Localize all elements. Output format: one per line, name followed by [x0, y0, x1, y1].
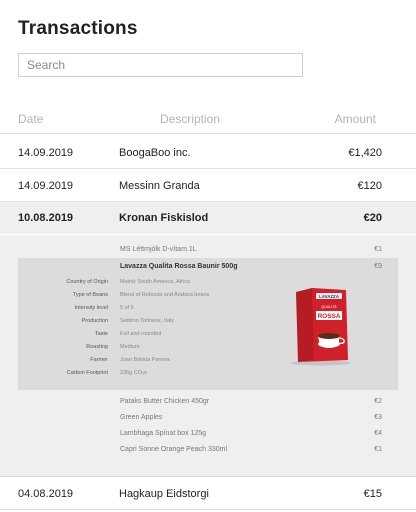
- attribute-label: Production: [81, 318, 108, 324]
- attribute-value: Juan Batista Pereira: [120, 357, 170, 363]
- transaction-row[interactable]: 04.08.2019 Hagkaup Eidstorgi €15: [0, 478, 416, 510]
- line-item-name: Pataks Butter Chicken 450gr: [120, 398, 210, 405]
- attribute-value: Mainly South America, Africa: [120, 279, 191, 285]
- line-item-price: €1: [374, 246, 382, 253]
- line-item-name: MS Léttmjólk D-vítam.1L: [120, 246, 197, 253]
- transaction-description: Kronan Fiskislod: [119, 212, 209, 224]
- transaction-date: 10.08.2019: [18, 212, 74, 224]
- page-title: Transactions: [18, 18, 138, 39]
- transaction-amount: €15: [363, 488, 382, 500]
- package-brand: LAVAZZA: [319, 294, 340, 299]
- attribute-label: Farmer: [90, 357, 108, 363]
- transaction-description: Messinn Granda: [119, 180, 200, 192]
- attribute-value: Full and rounded: [120, 331, 162, 337]
- line-item-name: Capri Sonne Orange Peach 330ml: [120, 446, 228, 453]
- attribute-label: Type of Beans: [72, 292, 108, 298]
- transaction-row-expanded[interactable]: 10.08.2019 Kronan Fiskislod €20: [0, 202, 416, 234]
- search-box[interactable]: [18, 53, 303, 77]
- line-item[interactable]: Pataks Butter Chicken 450gr €2: [0, 394, 416, 410]
- transaction-date: 14.09.2019: [18, 147, 74, 159]
- product-name: Lavazza Qualita Rossa Baunir 500g: [120, 263, 238, 270]
- column-header-description[interactable]: Description: [160, 112, 220, 126]
- transaction-description: BoogaBoo inc.: [119, 147, 191, 159]
- line-item-name: Lambhaga Spínat box 125g: [120, 430, 207, 437]
- line-item-name: Green Apples: [120, 414, 163, 421]
- transaction-amount: €120: [357, 180, 382, 192]
- line-item[interactable]: Lambhaga Spínat box 125g €4: [0, 426, 416, 442]
- search-input[interactable]: [27, 58, 302, 72]
- line-item-price: €1: [374, 446, 382, 453]
- transaction-row[interactable]: 14.09.2019 Messinn Granda €120: [0, 170, 416, 202]
- attribute-value: 235g CO₂e: [120, 370, 148, 376]
- attribute-value: 5 of 5: [120, 305, 134, 311]
- coffee-package-image: LAVAZZA QUALITÀ ROSSA: [291, 288, 351, 366]
- transaction-date: 04.08.2019: [18, 488, 74, 500]
- transaction-amount: €1,420: [348, 147, 382, 159]
- transaction-amount: €20: [363, 212, 382, 224]
- line-item-price: €2: [374, 398, 382, 405]
- attribute-value: Blend of Robusta and Arabica beans: [120, 292, 210, 298]
- line-item-price: €3: [374, 414, 382, 421]
- line-item[interactable]: MS Léttmjólk D-vítam.1L €1: [0, 242, 416, 258]
- attribute-label: Taste: [94, 331, 108, 337]
- column-header-date[interactable]: Date: [18, 112, 43, 126]
- product-price: €9: [374, 263, 382, 270]
- attribute-label: Carbon Footprint: [66, 370, 108, 376]
- attribute-value: Settimo Torinese, Italy: [120, 318, 175, 324]
- package-line1: QUALITÀ: [321, 305, 337, 309]
- attribute-label: Intensity level: [74, 305, 108, 311]
- column-header-amount[interactable]: Amount: [335, 112, 376, 126]
- transaction-description: Hagkaup Eidstorgi: [119, 488, 209, 500]
- transaction-row[interactable]: 14.09.2019 BoogaBoo inc. €1,420: [0, 137, 416, 169]
- product-detail-card: Lavazza Qualita Rossa Baunir 500g €9 Cou…: [18, 258, 398, 390]
- line-item[interactable]: Green Apples €3: [0, 410, 416, 426]
- package-line2: ROSSA: [317, 313, 340, 320]
- transaction-date: 14.09.2019: [18, 180, 74, 192]
- line-item[interactable]: Capri Sonne Orange Peach 330ml €1: [0, 442, 416, 458]
- attribute-value: Medium: [120, 344, 140, 350]
- attribute-label: Roasting: [86, 344, 108, 350]
- attribute-label: Country of Origin: [66, 279, 108, 285]
- line-item-price: €4: [374, 430, 382, 437]
- table-header: Date Description Amount: [0, 108, 416, 134]
